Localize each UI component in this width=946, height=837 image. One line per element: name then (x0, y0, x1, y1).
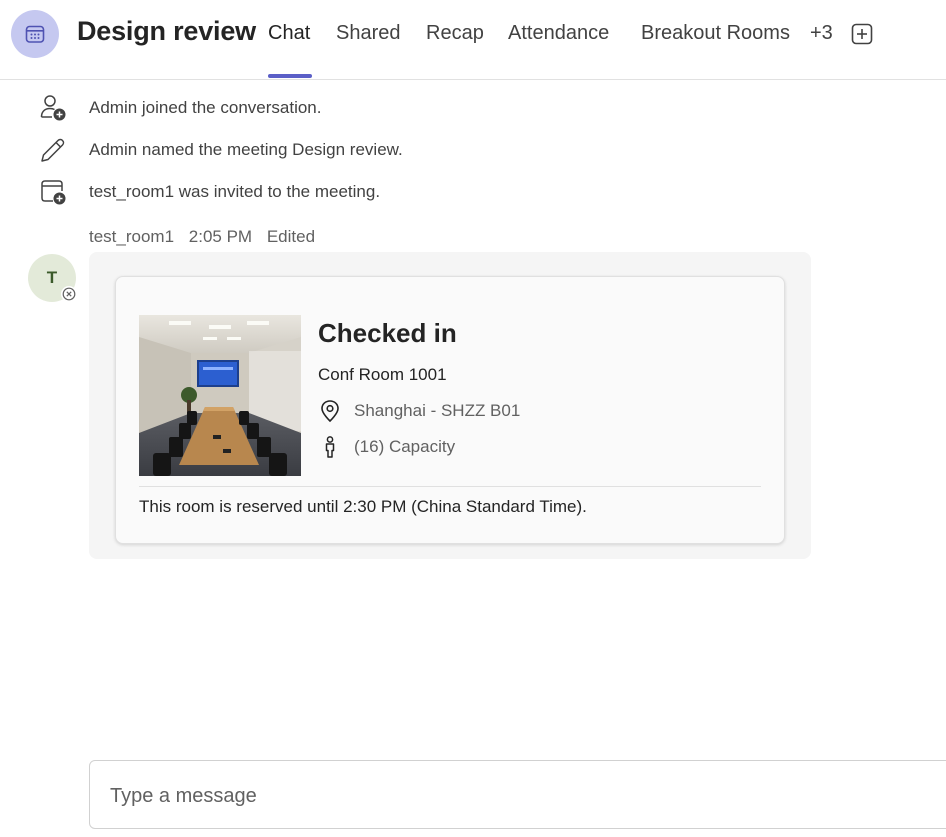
room-location: Shanghai - SHZZ B01 (354, 401, 520, 421)
message-edited-label: Edited (267, 227, 315, 246)
meeting-header: Design review Chat Shared Recap Attendan… (0, 0, 946, 80)
calendar-add-icon (38, 177, 68, 207)
person-add-icon (38, 93, 68, 123)
room-name: Conf Room 1001 (318, 365, 447, 385)
event-invited-text: test_room1 was invited to the meeting. (89, 182, 380, 202)
meeting-calendar-avatar[interactable] (11, 10, 59, 58)
tab-chat[interactable]: Chat (268, 22, 310, 45)
event-joined-text: Admin joined the conversation. (89, 98, 321, 118)
room-photo (139, 315, 301, 476)
tab-breakout-rooms[interactable]: Breakout Rooms (641, 22, 790, 45)
teams-meeting-chat: Design review Chat Shared Recap Attendan… (0, 0, 946, 837)
presence-offline-icon (61, 286, 77, 302)
add-tab-button[interactable] (851, 23, 873, 45)
room-capacity: (16) Capacity (354, 437, 455, 457)
tab-shared[interactable]: Shared (336, 22, 401, 45)
message-sender[interactable]: test_room1 (89, 227, 174, 246)
card-divider (139, 486, 761, 487)
message-input[interactable] (108, 779, 812, 813)
add-square-icon (851, 23, 873, 45)
pencil-icon (38, 135, 68, 165)
location-pin-icon (318, 399, 342, 423)
tab-attendance[interactable]: Attendance (508, 22, 609, 45)
message-meta: test_room1 2:05 PM Edited (89, 227, 325, 247)
tab-overflow-more[interactable]: +3 (810, 22, 833, 45)
meeting-title: Design review (77, 16, 256, 47)
message-time: 2:05 PM (189, 227, 252, 246)
calendar-icon (24, 23, 46, 45)
reservation-text: This room is reserved until 2:30 PM (Chi… (139, 497, 587, 517)
person-capacity-icon (318, 435, 342, 459)
active-tab-indicator (268, 74, 312, 78)
card-title: Checked in (318, 318, 457, 349)
tab-recap[interactable]: Recap (426, 22, 484, 45)
compose-box[interactable] (89, 760, 946, 829)
event-named-text: Admin named the meeting Design review. (89, 140, 403, 160)
